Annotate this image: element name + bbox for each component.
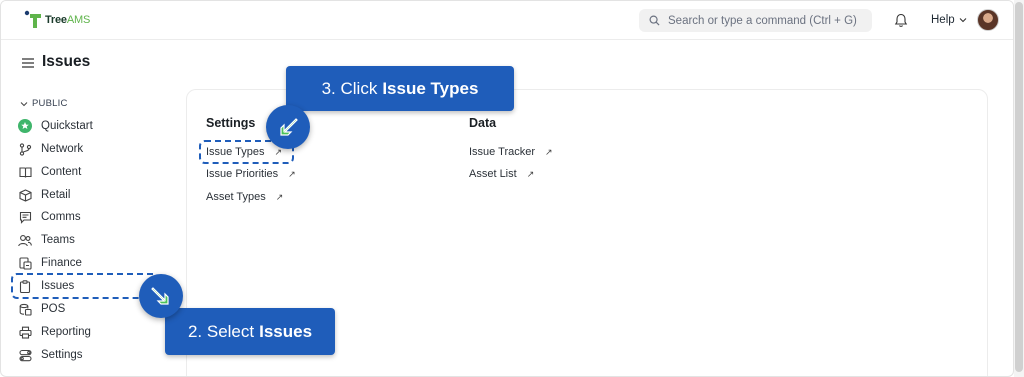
sidebar-item-network[interactable]: Network bbox=[18, 140, 83, 158]
sidebar-item-quickstart[interactable]: Quickstart bbox=[18, 117, 93, 135]
sidebar-item-comms[interactable]: Comms bbox=[18, 208, 81, 226]
pos-icon bbox=[18, 302, 32, 316]
chevron-down-icon bbox=[959, 18, 967, 23]
scrollbar[interactable] bbox=[1014, 0, 1024, 377]
search-bar[interactable]: Search or type a command (Ctrl + G) bbox=[639, 9, 872, 32]
callout-step-3: 3. Click Issue Types bbox=[286, 66, 514, 111]
network-icon bbox=[18, 142, 32, 156]
bell-icon[interactable] bbox=[894, 13, 908, 28]
external-link-icon: ↗ bbox=[545, 146, 553, 157]
app-window: TreeAMS Search or type a command (Ctrl +… bbox=[0, 0, 1014, 377]
avatar[interactable] bbox=[977, 9, 999, 31]
highlight-issues bbox=[11, 273, 159, 299]
pointer-arrow-icon bbox=[280, 118, 298, 136]
chevron-down-icon bbox=[20, 101, 28, 106]
sidebar-item-content[interactable]: Content bbox=[18, 163, 81, 181]
finance-icon bbox=[18, 256, 32, 270]
printer-icon bbox=[18, 325, 32, 339]
content-icon bbox=[18, 165, 32, 179]
top-bar: TreeAMS Search or type a command (Ctrl +… bbox=[1, 1, 1013, 40]
sidebar-item-teams[interactable]: Teams bbox=[18, 231, 75, 249]
page-title: Issues bbox=[42, 53, 91, 70]
search-icon bbox=[649, 15, 660, 26]
teams-icon bbox=[18, 233, 32, 247]
logo[interactable]: TreeAMS bbox=[24, 10, 90, 30]
help-label: Help bbox=[931, 14, 955, 26]
pointer-step-2 bbox=[139, 274, 183, 318]
sidebar-item-reporting[interactable]: Reporting bbox=[18, 323, 91, 341]
external-link-icon: ↗ bbox=[526, 168, 535, 179]
pointer-arrow-icon bbox=[151, 287, 169, 305]
link-issue-tracker[interactable]: Issue Tracker ↗ bbox=[469, 146, 553, 158]
sidebar-item-pos[interactable]: POS bbox=[18, 300, 65, 318]
data-column-title: Data bbox=[469, 116, 497, 130]
external-link-icon: ↗ bbox=[275, 191, 284, 202]
external-link-icon: ↗ bbox=[288, 168, 296, 179]
help-menu[interactable]: Help bbox=[931, 14, 967, 26]
sidebar-section-public[interactable]: PUBLIC bbox=[20, 98, 68, 109]
search-placeholder: Search or type a command (Ctrl + G) bbox=[668, 14, 857, 27]
quickstart-icon bbox=[18, 119, 32, 133]
logo-text: TreeAMS bbox=[45, 14, 91, 26]
sidebar-item-finance[interactable]: Finance bbox=[18, 254, 82, 272]
settings-column-title: Settings bbox=[206, 116, 256, 130]
sidebar-item-settings[interactable]: Settings bbox=[18, 346, 83, 364]
callout-step-2: 2. Select Issues bbox=[165, 308, 335, 355]
settings-icon bbox=[18, 348, 32, 362]
sidebar-item-retail[interactable]: Retail bbox=[18, 186, 70, 204]
tree-logo-icon bbox=[24, 10, 41, 28]
scrollbar-thumb[interactable] bbox=[1015, 2, 1023, 372]
comms-icon bbox=[18, 210, 32, 224]
link-asset-list[interactable]: Asset List ↗ bbox=[469, 168, 534, 180]
pointer-step-3 bbox=[266, 105, 310, 149]
retail-icon bbox=[18, 188, 32, 202]
hamburger-menu-icon[interactable] bbox=[22, 58, 34, 68]
link-asset-types[interactable]: Asset Types ↗ bbox=[206, 191, 283, 203]
link-issue-priorities[interactable]: Issue Priorities ↗ bbox=[206, 168, 296, 180]
